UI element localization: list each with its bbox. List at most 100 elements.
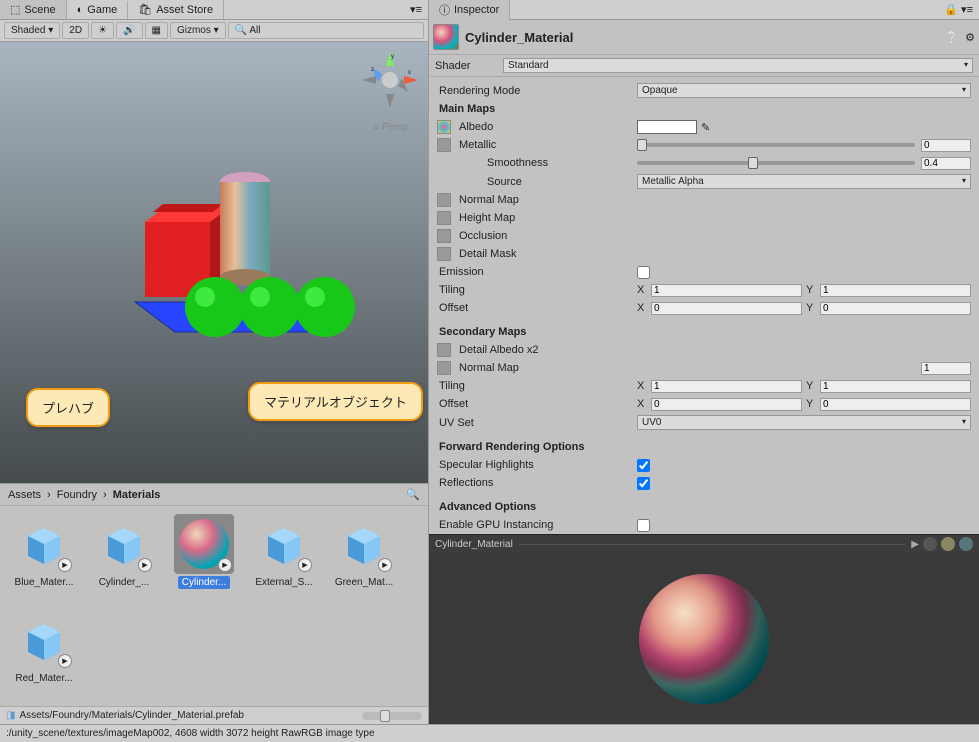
sec-normal-value[interactable] [921, 362, 971, 375]
preview-env-icon[interactable] [959, 537, 973, 551]
asset-cylinder-material[interactable]: ▶ Cylinder... [168, 514, 240, 602]
lock-icon[interactable]: 🔒 ▾≡ [938, 0, 979, 19]
y-label: Y [806, 380, 816, 392]
shader-row: Shader Standard [429, 55, 979, 77]
tiling-y[interactable] [820, 284, 971, 297]
breadcrumb-root[interactable]: Assets [8, 489, 41, 501]
specular-checkbox[interactable] [637, 459, 650, 472]
shader-dropdown[interactable]: Standard [503, 58, 973, 73]
tab-asset-store[interactable]: 🛍Asset Store [128, 0, 224, 19]
play-badge-icon: ▶ [58, 654, 72, 668]
smoothness-value[interactable] [921, 157, 971, 170]
tiling-x[interactable] [651, 284, 802, 297]
emission-checkbox[interactable] [637, 266, 650, 279]
tab-inspector[interactable]: ⓘ Inspector [429, 0, 510, 21]
perspective-label: ≡ Persp [373, 122, 408, 133]
tab-menu-icon[interactable]: ▾≡ [404, 1, 428, 18]
tiling-label: Tiling [437, 284, 637, 296]
albedo-color[interactable] [637, 120, 697, 134]
callout-material: マテリアルオブジェクト [248, 382, 423, 421]
metallic-texture-slot[interactable] [437, 138, 451, 152]
eyedropper-icon[interactable]: ✎ [701, 121, 710, 134]
light-icon[interactable]: ☀ [91, 22, 114, 39]
specular-label: Specular Highlights [437, 459, 637, 471]
inspector-tab-label: Inspector [454, 4, 499, 16]
breadcrumb-materials[interactable]: Materials [113, 489, 161, 501]
detail-mask-texture-slot[interactable] [437, 247, 451, 261]
orientation-gizmo[interactable]: x y z [360, 50, 420, 110]
asset-blue-material[interactable]: ▶ Blue_Mater... [8, 514, 80, 602]
search-icon[interactable]: 🔍 [406, 488, 420, 501]
zoom-slider[interactable] [362, 712, 422, 720]
project-browser: Assets › Foundry › Materials 🔍 ▶ Blue_Ma… [0, 483, 428, 724]
rendering-mode-dropdown[interactable]: Opaque [637, 83, 971, 98]
advanced-header: Advanced Options [437, 501, 637, 513]
asset-label: External_S... [251, 576, 316, 589]
material-preview-swatch[interactable] [433, 24, 459, 50]
preview-viewport[interactable] [429, 553, 979, 724]
help-icon[interactable]: ❔ [945, 31, 959, 44]
fx-icon[interactable]: ▦ [145, 22, 168, 39]
asset-red-material[interactable]: ▶ Red_Mater... [8, 610, 80, 698]
source-dropdown[interactable]: Metallic Alpha [637, 174, 971, 189]
play-badge-icon: ▶ [138, 558, 152, 572]
offset-y[interactable] [820, 302, 971, 315]
search-field[interactable]: 🔍 All [228, 22, 424, 39]
reflections-checkbox[interactable] [637, 477, 650, 490]
normal-texture-slot[interactable] [437, 193, 451, 207]
gizmos-dropdown[interactable]: Gizmos ▾ [170, 22, 226, 39]
preview-light-icon[interactable] [941, 537, 955, 551]
sec-normal-slot[interactable] [437, 361, 451, 375]
preview-title: Cylinder_Material [435, 539, 513, 550]
normal-map-label: Normal Map [457, 194, 657, 206]
sec-tiling-y[interactable] [820, 380, 971, 393]
asset-cylinder-prefab[interactable]: ▶ Cylinder_... [88, 514, 160, 602]
preview-shape-icon[interactable] [923, 537, 937, 551]
gpu-instancing-checkbox[interactable] [637, 519, 650, 532]
albedo-texture-slot[interactable] [437, 120, 451, 134]
prefab-icon: ◨ [6, 710, 15, 721]
sec-offset-y[interactable] [820, 398, 971, 411]
audio-icon[interactable]: 🔊 [116, 22, 142, 39]
main-maps-header: Main Maps [437, 103, 637, 115]
sec-offset-label: Offset [437, 398, 637, 410]
asset-green-material[interactable]: ▶ Green_Mat... [328, 514, 400, 602]
breadcrumb-foundry[interactable]: Foundry [57, 489, 97, 501]
smoothness-slider[interactable] [637, 161, 915, 165]
forward-header: Forward Rendering Options [437, 441, 637, 453]
tab-game[interactable]: ◐Game [67, 1, 129, 19]
asset-label: Red_Mater... [11, 672, 76, 685]
x-label: X [637, 302, 647, 314]
uv-set-dropdown[interactable]: UV0 [637, 415, 971, 430]
tab-scene[interactable]: ⬚Scene [0, 0, 67, 19]
albedo-label: Albedo [457, 121, 637, 133]
play-badge-icon: ▶ [58, 558, 72, 572]
asset-grid: ▶ Blue_Mater... ▶ Cylinder_... ▶ Cylinde… [0, 506, 428, 706]
occlusion-texture-slot[interactable] [437, 229, 451, 243]
secondary-maps-header: Secondary Maps [437, 326, 637, 338]
detail-albedo-slot[interactable] [437, 343, 451, 357]
preview-play-icon[interactable]: ▶ [911, 539, 919, 550]
gpu-instancing-label: Enable GPU Instancing [437, 519, 637, 531]
svg-text:y: y [391, 54, 394, 60]
offset-x[interactable] [651, 302, 802, 315]
height-texture-slot[interactable] [437, 211, 451, 225]
emission-label: Emission [437, 266, 637, 278]
scene-tabs: ⬚Scene ◐Game 🛍Asset Store ▾≡ [0, 0, 428, 20]
metallic-slider[interactable] [637, 143, 915, 147]
y-label: Y [806, 302, 816, 314]
asset-label: Green_Mat... [331, 576, 397, 589]
sec-normal-label: Normal Map [457, 362, 921, 374]
breadcrumb: Assets › Foundry › Materials 🔍 [0, 484, 428, 506]
sec-offset-x[interactable] [651, 398, 802, 411]
shaded-dropdown[interactable]: Shaded ▾ [4, 22, 60, 39]
scene-content [115, 142, 355, 342]
asset-path-text: Assets/Foundry/Materials/Cylinder_Materi… [19, 710, 244, 721]
inspector-icon: ⓘ [439, 2, 450, 18]
sec-tiling-x[interactable] [651, 380, 802, 393]
settings-icon[interactable]: ⚙ [965, 31, 975, 44]
metallic-value[interactable] [921, 139, 971, 152]
scene-toolbar: Shaded ▾ 2D ☀ 🔊 ▦ Gizmos ▾ 🔍 All [0, 20, 428, 42]
toggle-2d[interactable]: 2D [62, 22, 89, 39]
asset-external[interactable]: ▶ External_S... [248, 514, 320, 602]
